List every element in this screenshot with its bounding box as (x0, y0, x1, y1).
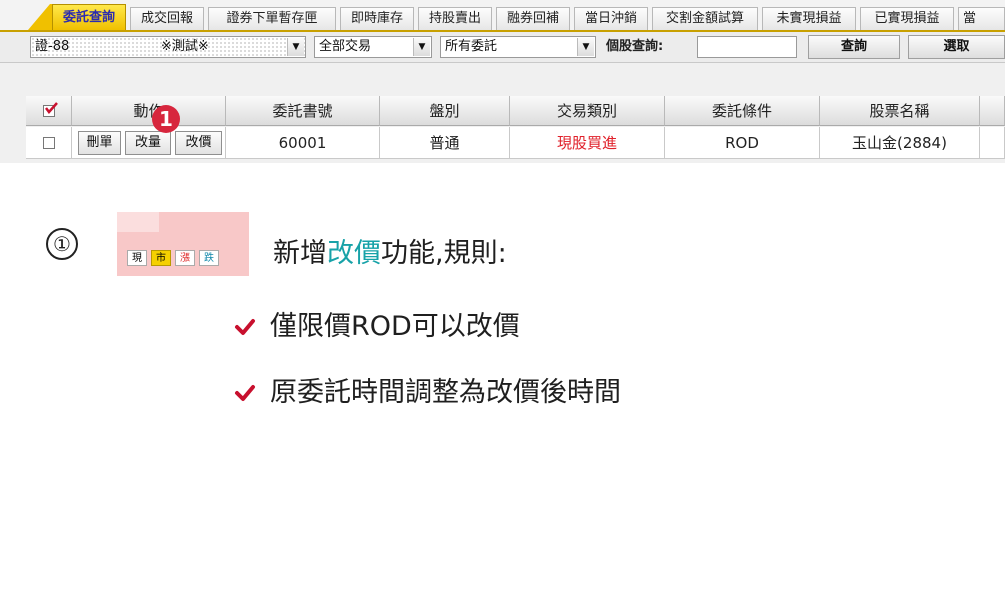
stock-name-cell: 玉山金(2884) (820, 127, 980, 159)
tab-order-query[interactable]: 委託查詢 (52, 4, 126, 30)
feature-intro: 新增改價功能,規則: (273, 237, 507, 271)
trade-type-cell: 現股買進 (510, 127, 665, 159)
header-order-no: 委託書號 (226, 96, 380, 126)
trading-window: 委託查詢 成交回報 證券下單暫存匣 即時庫存 持股賣出 融券回補 當日沖銷 交割… (0, 0, 1005, 163)
change-price-button[interactable]: 改價 (175, 131, 222, 155)
thumbnail-highlight (117, 212, 159, 232)
intro-prefix: 新增 (273, 238, 327, 269)
account-id: 證-88 (35, 39, 70, 54)
account-name: ※測試※ (161, 39, 209, 54)
order-no-cell: 60001 (226, 127, 380, 159)
check-icon (235, 385, 255, 401)
header-select-all[interactable] (26, 96, 72, 126)
condition-cell: ROD (665, 127, 820, 159)
session-cell: 普通 (380, 127, 510, 159)
tab-bar-ramp (28, 4, 52, 30)
tab-bar: 委託查詢 成交回報 證券下單暫存匣 即時庫存 持股賣出 融券回補 當日沖銷 交割… (0, 0, 1005, 32)
account-select[interactable]: 證-88 ※測試※ ▼ (30, 36, 306, 58)
trade-filter-value: 全部交易 (319, 39, 372, 54)
header-action: 動作 (72, 96, 226, 126)
stock-query-input[interactable] (697, 36, 797, 58)
check-mark-icon (45, 102, 58, 114)
intro-highlight: 改價 (327, 238, 381, 269)
price-chip-thumbnail: 現 市 漲 跌 (117, 212, 249, 276)
rule-item: 原委託時間調整為改價後時間 (270, 377, 621, 408)
delete-order-button[interactable]: 刪單 (78, 131, 121, 155)
rule-item: 僅限價ROD可以改價 (270, 311, 520, 342)
tab-unrealized[interactable]: 未實現損益 (762, 7, 856, 30)
step-marker-badge: 1 (152, 105, 180, 133)
chip-market: 市 (151, 250, 171, 266)
header-trade-type: 交易類別 (510, 96, 665, 126)
header-more (980, 96, 1005, 126)
order-filter-value: 所有委託 (445, 39, 498, 54)
check-icon (235, 319, 255, 335)
query-toolbar: 證-88 ※測試※ ▼ 全部交易 ▼ 所有委託 ▼ 個股查詢: 查詢 選取 (0, 32, 1005, 63)
header-condition: 委託條件 (665, 96, 820, 126)
query-button[interactable]: 查詢 (808, 35, 900, 59)
change-quantity-button[interactable]: 改量 (125, 131, 171, 155)
header-stock-name: 股票名稱 (820, 96, 980, 126)
tab-realized[interactable]: 已實現損益 (860, 7, 954, 30)
header-session: 盤別 (380, 96, 510, 126)
select-button[interactable]: 選取 (908, 35, 1005, 59)
chevron-down-icon[interactable]: ▼ (413, 38, 430, 56)
row-checkbox[interactable] (43, 137, 55, 149)
intro-suffix: 功能,規則: (381, 238, 507, 269)
chip-limit-up: 漲 (175, 250, 195, 266)
tab-sell-holdings[interactable]: 持股賣出 (418, 7, 492, 30)
tab-order-draft[interactable]: 證券下單暫存匣 (208, 7, 336, 30)
note-number: ① (46, 228, 78, 260)
tab-inventory[interactable]: 即時庫存 (340, 7, 414, 30)
order-filter-select[interactable]: 所有委託 ▼ (440, 36, 596, 58)
chevron-down-icon[interactable]: ▼ (287, 38, 304, 56)
tab-more[interactable]: 當 (958, 7, 1005, 30)
tab-settlement[interactable]: 交割金額試算 (652, 7, 758, 30)
stock-query-label: 個股查詢: (606, 39, 664, 54)
chevron-down-icon[interactable]: ▼ (577, 38, 594, 56)
chip-current: 現 (127, 250, 147, 266)
tab-short-cover[interactable]: 融券回補 (496, 7, 570, 30)
trade-filter-select[interactable]: 全部交易 ▼ (314, 36, 432, 58)
row-select-cell[interactable] (26, 127, 72, 159)
tab-trade-report[interactable]: 成交回報 (130, 7, 204, 30)
chip-limit-down: 跌 (199, 250, 219, 266)
tab-day-trade[interactable]: 當日沖銷 (574, 7, 648, 30)
row-more-cell (980, 127, 1005, 159)
